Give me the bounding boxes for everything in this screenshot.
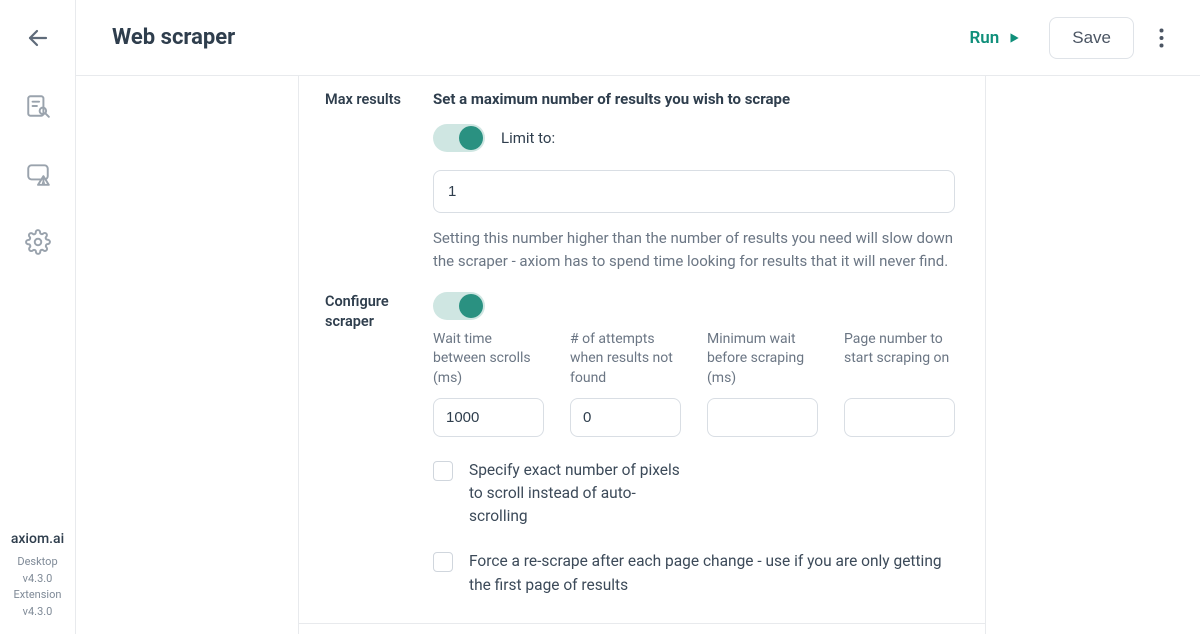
min-wait-input[interactable] xyxy=(707,398,818,437)
limit-toggle[interactable] xyxy=(433,124,485,152)
extension-version: v4.3.0 xyxy=(0,604,75,621)
document-search-icon xyxy=(25,93,51,119)
force-rescrape-label: Force a re-scrape after each page change… xyxy=(469,550,955,597)
configure-scraper-section: Configure scraper Wait time between scro… xyxy=(299,292,985,615)
sidebar-settings-icon[interactable] xyxy=(24,228,52,256)
sidebar: axiom.ai Desktop v4.3.0 Extension v4.3.0 xyxy=(0,0,76,634)
page-number-label: Page number to start scraping on xyxy=(844,330,955,392)
max-results-section: Max results Set a maximum number of resu… xyxy=(299,90,985,292)
settings-panel: Max results Set a maximum number of resu… xyxy=(298,76,986,634)
extension-label: Extension xyxy=(0,587,75,604)
limit-toggle-label: Limit to: xyxy=(501,129,555,147)
arrow-left-icon xyxy=(26,26,50,50)
monitor-alert-icon xyxy=(25,161,51,187)
limit-input[interactable] xyxy=(433,170,955,213)
back-button[interactable] xyxy=(24,24,52,52)
more-vertical-icon xyxy=(1159,28,1164,48)
sidebar-alert-icon[interactable] xyxy=(24,160,52,188)
brand-name: axiom.ai xyxy=(0,529,75,550)
attempts-input[interactable] xyxy=(570,398,681,437)
force-rescrape-checkbox[interactable] xyxy=(433,552,453,572)
attempts-label: # of attempts when results not found xyxy=(570,330,681,392)
header: Web scraper Run Save xyxy=(76,0,1200,76)
content: Max results Set a maximum number of resu… xyxy=(76,76,1200,634)
pixels-scroll-checkbox[interactable] xyxy=(433,461,453,481)
play-icon xyxy=(1007,31,1021,45)
pixels-scroll-row: Specify exact number of pixels to scroll… xyxy=(433,459,955,529)
pixels-scroll-label: Specify exact number of pixels to scroll… xyxy=(469,459,689,529)
gear-icon xyxy=(25,229,51,255)
desktop-version: v4.3.0 xyxy=(0,571,75,588)
output-section: Output xyxy=(299,623,985,634)
run-button[interactable]: Run xyxy=(969,28,1021,48)
max-results-heading: Set a maximum number of results you wish… xyxy=(433,90,955,108)
max-results-label: Max results xyxy=(299,90,433,274)
configure-toggle[interactable] xyxy=(433,292,485,320)
configure-scraper-label: Configure scraper xyxy=(299,292,433,597)
wait-time-input[interactable] xyxy=(433,398,544,437)
page-title: Web scraper xyxy=(112,25,969,50)
configure-grid: Wait time between scrolls (ms) # of atte… xyxy=(433,330,955,437)
sidebar-search-icon[interactable] xyxy=(24,92,52,120)
min-wait-label: Minimum wait before scraping (ms) xyxy=(707,330,818,392)
force-rescrape-row: Force a re-scrape after each page change… xyxy=(433,550,955,597)
page-number-input[interactable] xyxy=(844,398,955,437)
run-button-label: Run xyxy=(969,28,999,48)
desktop-label: Desktop xyxy=(0,554,75,571)
wait-time-label: Wait time between scrolls (ms) xyxy=(433,330,544,392)
sidebar-footer: axiom.ai Desktop v4.3.0 Extension v4.3.0 xyxy=(0,529,75,620)
more-button[interactable] xyxy=(1152,24,1170,52)
max-results-help: Setting this number higher than the numb… xyxy=(433,227,955,274)
save-button[interactable]: Save xyxy=(1049,17,1134,59)
